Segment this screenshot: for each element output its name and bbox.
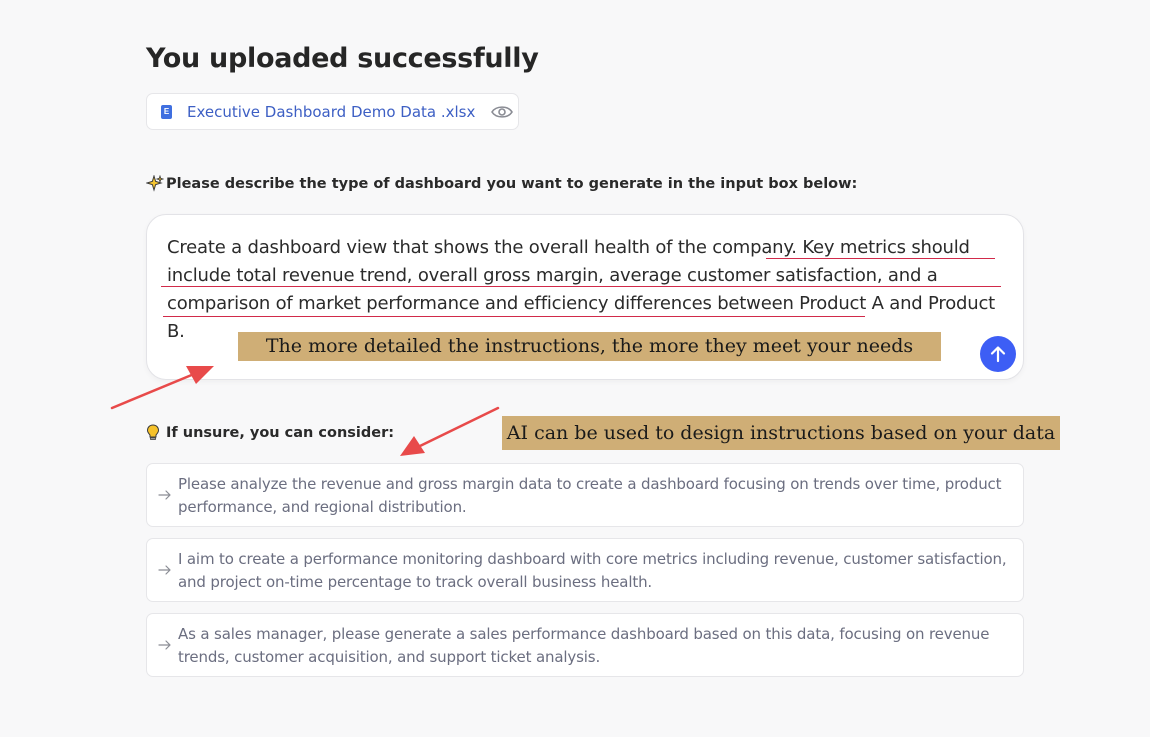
underline-mark — [161, 286, 1001, 287]
prompt-label-text: Please describe the type of dashboard yo… — [166, 176, 858, 192]
suggestion-text: As a sales manager, please generate a sa… — [178, 625, 990, 666]
consider-label: If unsure, you can consider: — [146, 424, 394, 442]
suggestion-card[interactable]: As a sales manager, please generate a sa… — [146, 613, 1024, 677]
suggestion-text: I aim to create a performance monitoring… — [178, 550, 1007, 591]
consider-label-text: If unsure, you can consider: — [166, 425, 395, 441]
underline-mark — [766, 258, 995, 259]
suggestion-card[interactable]: I aim to create a performance monitoring… — [146, 538, 1024, 602]
arrow-right-icon — [158, 640, 171, 650]
eye-icon[interactable] — [491, 104, 514, 120]
prompt-label: Please describe the type of dashboard yo… — [146, 175, 857, 193]
prompt-input[interactable]: Create a dashboard view that shows the o… — [167, 234, 1007, 346]
page-title: You uploaded successfully — [146, 43, 539, 74]
arrow-right-icon — [158, 490, 171, 500]
detail-tip-annotation: The more detailed the instructions, the … — [238, 332, 941, 361]
lightbulb-icon — [146, 424, 160, 442]
callout-arrow — [400, 406, 500, 456]
suggestion-text: Please analyze the revenue and gross mar… — [178, 475, 1002, 516]
arrow-up-icon — [990, 346, 1006, 363]
file-name[interactable]: Executive Dashboard Demo Data .xlsx — [187, 103, 475, 121]
send-button[interactable] — [980, 336, 1016, 372]
arrow-right-icon — [158, 565, 171, 575]
uploaded-file-chip[interactable]: E Executive Dashboard Demo Data .xlsx — [146, 93, 519, 130]
suggestion-card[interactable]: Please analyze the revenue and gross mar… — [146, 463, 1024, 527]
upload-page: You uploaded successfully E Executive Da… — [0, 0, 1150, 737]
excel-file-icon: E — [161, 104, 172, 119]
underline-mark — [163, 316, 865, 317]
sparkle-icon — [146, 175, 164, 193]
ai-tip-annotation: AI can be used to design instructions ba… — [502, 416, 1060, 450]
